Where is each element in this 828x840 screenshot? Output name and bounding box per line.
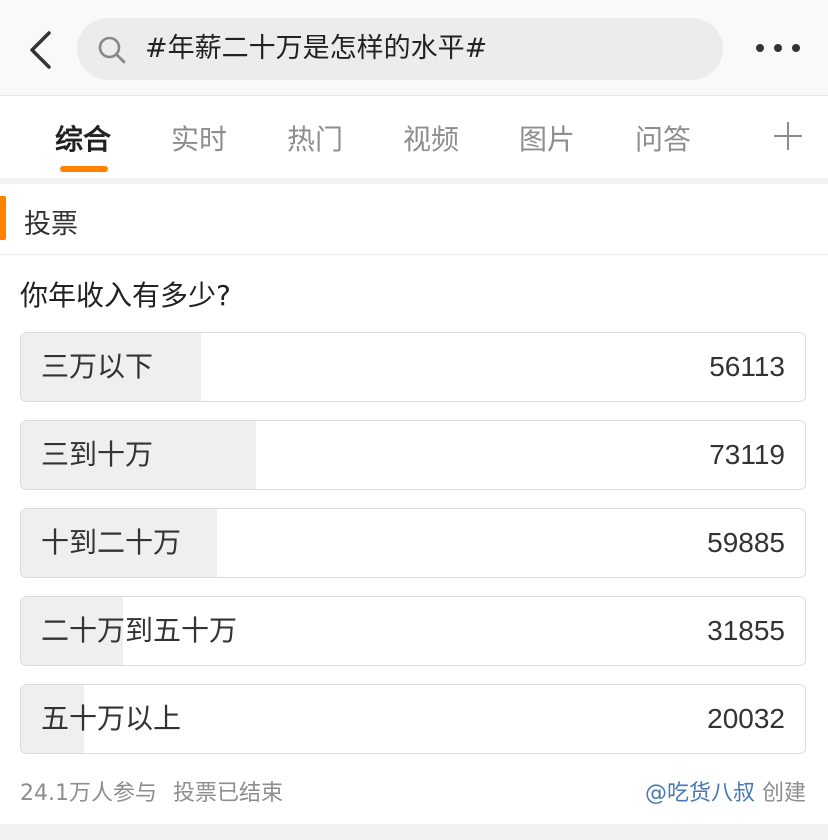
plus-icon[interactable] [774,122,802,150]
divider [0,824,828,840]
tab-images[interactable]: 图片 [519,118,575,158]
back-button[interactable] [22,28,58,72]
vote-option-count: 20032 [707,703,785,734]
more-button[interactable] [756,38,800,58]
vote-meta: 24.1万人参与 投票已结束 [20,775,283,807]
chevron-left-icon [30,31,51,69]
more-dots-icon [792,44,800,52]
vote-option[interactable]: 五十万以上 20032 [20,684,806,754]
vote-section-header: 投票 [0,184,828,255]
vote-option[interactable]: 二十万到五十万 31855 [20,596,806,666]
tab-qa[interactable]: 问答 [635,118,691,158]
vote-option-label: 三到十万 [41,438,154,471]
tab-realtime[interactable]: 实时 [171,118,227,158]
search-icon [98,36,126,64]
tab-hot[interactable]: 热门 [287,118,343,158]
search-query: #年薪二十万是怎样的水平# [145,33,488,64]
tab-comprehensive[interactable]: 综合 [55,118,111,158]
vote-creator: @吃货八叔 创建 [645,775,806,807]
vote-section-title: 投票 [24,209,78,240]
vote-option-count: 59885 [707,527,785,558]
vote-option[interactable]: 三万以下 56113 [20,332,806,402]
vote-option-label: 三万以下 [41,350,154,383]
tab-video[interactable]: 视频 [403,118,459,158]
participant-count: 24.1万人参与 [20,781,157,806]
vote-option-label: 二十万到五十万 [41,614,238,647]
vote-option-count: 31855 [707,615,785,646]
vote-option[interactable]: 三到十万 73119 [20,420,806,490]
search-input[interactable]: #年薪二十万是怎样的水平# [77,18,723,80]
tab-bar: 综合 实时 热门 视频 图片 问答 [0,96,828,178]
vote-option-label: 五十万以上 [41,702,182,735]
vote-option[interactable]: 十到二十万 59885 [20,508,806,578]
accent-bar [0,196,6,240]
more-dots-icon [756,44,764,52]
vote-option-count: 56113 [709,351,785,382]
active-tab-indicator [60,166,108,172]
created-label: 创建 [761,781,806,806]
more-dots-icon [774,44,782,52]
vote-option-count: 73119 [709,439,785,470]
vote-status: 投票已结束 [173,781,284,806]
vote-question: 你年收入有多少? [20,279,231,312]
author-link[interactable]: @吃货八叔 [645,781,755,806]
vote-option-label: 十到二十万 [41,526,182,559]
top-bar: #年薪二十万是怎样的水平# [0,0,828,96]
